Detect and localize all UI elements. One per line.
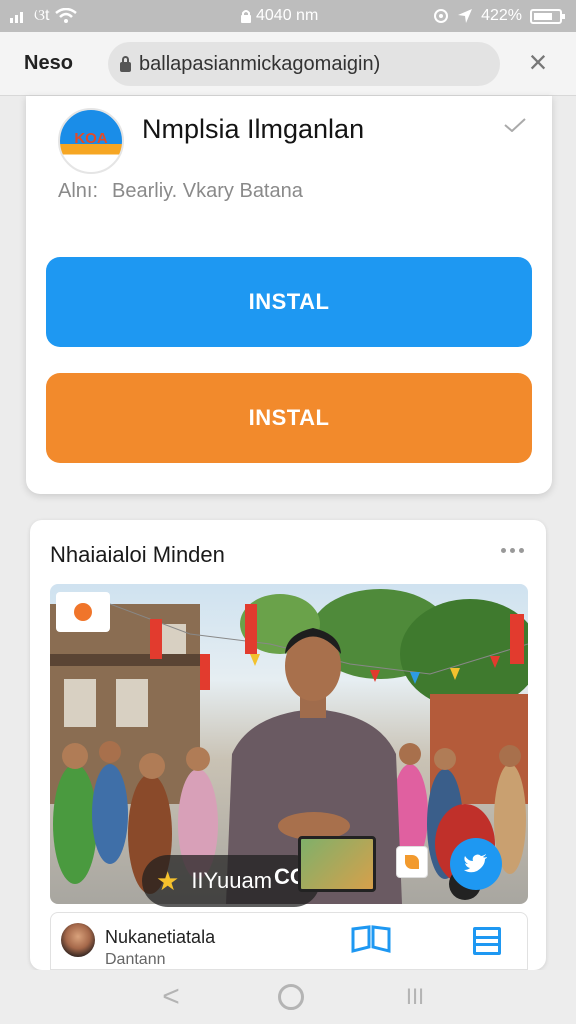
- url-bar[interactable]: ballapasianmickagomaigin): [108, 42, 500, 86]
- app-logo: KOA: [58, 108, 124, 174]
- status-time: 4040 nm: [256, 7, 319, 24]
- menu-icon[interactable]: [473, 927, 501, 955]
- photo-badge-label: IIYuuam: [191, 868, 273, 893]
- photo-logo: [56, 592, 110, 632]
- install-button-secondary[interactable]: INSTAL: [46, 373, 532, 463]
- check-icon: [504, 118, 526, 132]
- lock-icon: [241, 10, 251, 23]
- avatar[interactable]: [61, 923, 95, 957]
- post-card: Nhaiaialoi Minden ★ IIYuuam CO Nukanetia…: [30, 520, 546, 970]
- battery-percent: 422%: [481, 7, 522, 24]
- wifi-icon: [55, 8, 78, 23]
- back-icon: <: [162, 980, 180, 1013]
- mini-thumbnail[interactable]: [396, 846, 428, 878]
- post-footer: Nukanetiatala Dantann: [50, 912, 528, 970]
- navigation-icon: [458, 9, 473, 23]
- recent-icon: III: [405, 984, 425, 1009]
- recent-apps-button[interactable]: III: [400, 982, 430, 1012]
- site-name: Neso: [24, 52, 73, 74]
- author-name: Nukanetiatala: [105, 927, 216, 947]
- app-meta: Alnı: Bearliy. Vkary Batana: [58, 180, 303, 203]
- star-icon: ★: [156, 866, 180, 896]
- location-icon: [434, 9, 449, 23]
- install-button-primary[interactable]: INSTAL: [46, 257, 532, 347]
- status-right: 422%: [433, 7, 565, 25]
- home-button[interactable]: [276, 982, 306, 1012]
- app-meta-left: Alnı:: [58, 180, 99, 202]
- signal-icon: [10, 12, 23, 23]
- author-sub: Dantann: [105, 951, 166, 968]
- signal-text: ଓt: [34, 7, 50, 24]
- app-meta-right: Bearliy. Vkary Batana: [112, 180, 303, 202]
- back-button[interactable]: <: [156, 980, 186, 1013]
- post-title: Nhaiaialoi Minden: [50, 542, 225, 567]
- close-icon: ×: [528, 44, 548, 80]
- twitter-share-button[interactable]: [450, 838, 502, 890]
- app-name: Nmplsia Ilmganlan: [142, 114, 365, 144]
- battery-icon: [530, 8, 565, 24]
- book-icon[interactable]: [351, 925, 391, 955]
- bird-icon: [464, 854, 487, 873]
- more-options-icon[interactable]: [501, 548, 524, 553]
- app-install-card: KOA Nmplsia Ilmganlan Alnı: Bearliy. Vka…: [26, 96, 552, 494]
- app-logo-text: KOA: [74, 129, 108, 147]
- url-lock-icon: [120, 55, 131, 72]
- browser-bar: Neso ballapasianmickagomaigin) ×: [0, 32, 576, 96]
- close-button[interactable]: ×: [522, 46, 554, 78]
- url-text: ballapasianmickagomaigin): [139, 52, 381, 75]
- system-nav-bar: < III: [0, 970, 576, 1024]
- status-left: ଓt: [10, 7, 78, 25]
- tablet-thumbnail[interactable]: [298, 836, 376, 892]
- status-time-group: 4040 nm: [240, 7, 318, 25]
- status-bar: ଓt 4040 nm 422%: [0, 0, 576, 32]
